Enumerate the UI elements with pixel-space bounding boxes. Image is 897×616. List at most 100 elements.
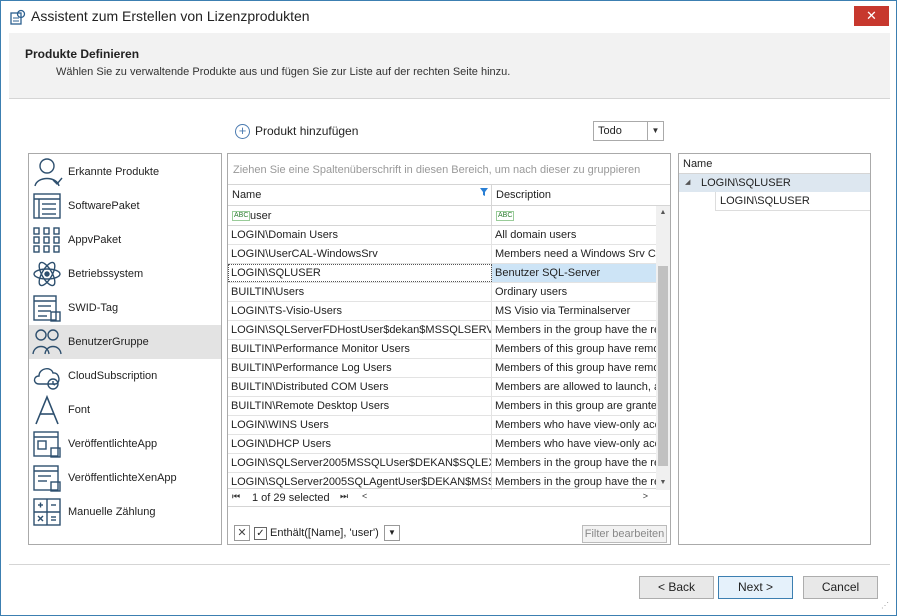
horizontal-scrollbar[interactable]: < > — [358, 491, 648, 503]
table-row[interactable]: LOGIN\TS-Visio-Users MS Visio via Termina… — [228, 302, 656, 321]
cell-name: LOGIN\TS-Visio-Users — [228, 302, 492, 320]
cancel-button[interactable]: Cancel — [803, 576, 878, 599]
table-row[interactable]: LOGIN\WINS Users Members who have view-on… — [228, 416, 656, 435]
chevron-down-icon[interactable]: ▼ — [647, 122, 663, 140]
table-row[interactable]: BUILTIN\Distributed COM Users Members are… — [228, 378, 656, 397]
selected-column-header[interactable]: Name — [679, 154, 870, 174]
selected-products-panel: Name ◢ LOGIN\SQLUSER LOGIN\SQLUSER — [678, 153, 871, 545]
published-xenapp-icon — [33, 465, 61, 492]
nav-label: SoftwarePaket — [68, 200, 140, 212]
nav-label: SWID-Tag — [68, 302, 119, 314]
cell-name: BUILTIN\Performance Monitor Users — [228, 340, 492, 358]
page-title: Produkte Definieren — [25, 47, 140, 61]
nav-item-font[interactable]: Font — [29, 393, 221, 427]
nav-label: Betriebssystem — [68, 268, 144, 280]
nav-item-swid-tag[interactable]: SWID-Tag — [29, 291, 221, 325]
nav-item-manual-count[interactable]: Manuelle Zählung — [29, 495, 221, 529]
table-row[interactable]: LOGIN\Domain Users All domain users — [228, 226, 656, 245]
selected-child-label: LOGIN\SQLUSER — [720, 195, 810, 207]
edit-filter-button[interactable]: Filter bearbeiten — [582, 525, 667, 543]
nav-item-user-group[interactable]: BenutzerGruppe — [29, 325, 221, 359]
abc-filter-icon: ABC — [232, 211, 251, 221]
first-record-icon[interactable]: ⏮ — [232, 491, 240, 502]
table-row[interactable]: LOGIN\UserCAL-WindowsSrv Members need a W… — [228, 245, 656, 264]
clear-filter-icon[interactable]: ✕ — [234, 525, 250, 541]
cell-name: BUILTIN\Performance Log Users — [228, 359, 492, 377]
nav-item-appv-package[interactable]: AppvPaket — [29, 223, 221, 257]
nav-item-software-package[interactable]: SoftwarePaket — [29, 189, 221, 223]
cell-description: MS Visio via Terminalserver — [495, 305, 631, 317]
table-row[interactable]: BUILTIN\Remote Desktop Users Members in t… — [228, 397, 656, 416]
selected-column-label: Name — [683, 158, 713, 170]
add-product-button[interactable]: + Produkt hinzufügen — [235, 122, 358, 140]
users-grid: Ziehen Sie eine Spaltenüberschrift in di… — [227, 153, 671, 545]
table-row[interactable]: LOGIN\SQLServerFDHostUser$dekan$MSSQLSER… — [228, 321, 656, 340]
column-header-label: Description — [496, 189, 552, 201]
column-header-description[interactable]: Description — [492, 185, 670, 206]
selected-group-label: LOGIN\SQLUSER — [701, 177, 791, 189]
cell-description: Members of this group have remo — [495, 343, 656, 355]
cell-description: Members who have view-only acc — [495, 419, 656, 431]
cloud-subscription-icon — [33, 368, 60, 390]
scroll-right-icon[interactable]: > — [643, 491, 648, 501]
vertical-scrollbar[interactable]: ▲ ▼ — [656, 206, 670, 490]
record-navigator: ⏮ 1 of 29 selected ⏭ < > — [228, 488, 656, 506]
font-icon — [35, 394, 59, 425]
nav-item-cloud-subscription[interactable]: CloudSubscription — [29, 359, 221, 393]
last-record-icon[interactable]: ⏭ — [340, 491, 348, 502]
todo-dropdown[interactable]: Todo ▼ — [593, 121, 664, 141]
group-by-panel[interactable]: Ziehen Sie eine Spaltenüberschrift in di… — [228, 154, 670, 185]
nav-item-published-xenapp[interactable]: VeröffentlichteXenApp — [29, 461, 221, 495]
back-button[interactable]: < Back — [639, 576, 714, 599]
selected-group-node[interactable]: ◢ LOGIN\SQLUSER — [679, 174, 870, 192]
calculator-icon — [33, 498, 61, 526]
abc-filter-icon: ABC — [496, 211, 515, 221]
next-button[interactable]: Next > — [718, 576, 793, 599]
todo-value: Todo — [598, 125, 622, 137]
cell-name: LOGIN\DHCP Users — [228, 435, 492, 453]
nav-label: Manuelle Zählung — [68, 506, 156, 518]
cell-name: BUILTIN\Users — [228, 283, 492, 301]
user-group-icon — [32, 329, 62, 355]
cell-description: Benutzer SQL-Server — [492, 264, 656, 282]
product-type-list: Erkannte Produkte SoftwarePaket AppvPake… — [28, 153, 222, 545]
selected-child-node[interactable]: LOGIN\SQLUSER — [715, 192, 870, 211]
wizard-window: Assistent zum Erstellen von Lizenzproduk… — [0, 0, 897, 616]
resize-grip-icon[interactable]: ⋰ — [881, 601, 889, 610]
scroll-left-icon[interactable]: < — [362, 491, 367, 501]
filter-enabled-checkbox[interactable]: ✓ — [254, 527, 267, 540]
cell-description: Members of this group have remo — [495, 362, 656, 374]
close-button[interactable]: ✕ — [854, 6, 889, 26]
table-row[interactable]: LOGIN\DHCP Users Members who have view-on… — [228, 435, 656, 454]
cell-name: BUILTIN\Remote Desktop Users — [228, 397, 492, 415]
title-bar: Assistent zum Erstellen von Lizenzproduk… — [1, 1, 896, 33]
cell-description: Members in this group are grante — [495, 400, 656, 412]
cell-name: LOGIN\SQLServerFDHostUser$dekan$MSSQLSER… — [228, 321, 492, 339]
scroll-down-icon[interactable]: ▼ — [656, 476, 670, 490]
cell-name: LOGIN\SQLServer2005MSSQLUser$DEKAN$SQLEX… — [228, 454, 492, 472]
nav-item-operating-system[interactable]: Betriebssystem — [29, 257, 221, 291]
scroll-thumb[interactable] — [658, 266, 668, 466]
cell-description: Ordinary users — [495, 286, 568, 298]
table-row[interactable]: BUILTIN\Performance Monitor Users Members… — [228, 340, 656, 359]
table-row-selected[interactable]: LOGIN\SQLUSER Benutzer SQL-Server — [228, 264, 656, 283]
detected-products-icon — [34, 158, 63, 187]
table-row[interactable]: LOGIN\SQLServer2005MSSQLUser$DEKAN$SQLEX… — [228, 454, 656, 473]
table-row[interactable]: BUILTIN\Users Ordinary users — [228, 283, 656, 302]
chevron-down-icon[interactable]: ▼ — [384, 525, 400, 541]
nav-label: BenutzerGruppe — [68, 336, 149, 348]
cell-description: All domain users — [495, 229, 577, 241]
wizard-header: Produkte Definieren Wählen Sie zu verwal… — [9, 33, 890, 99]
description-filter-cell[interactable]: ABC — [492, 206, 656, 226]
nav-label: AppvPaket — [68, 234, 122, 246]
name-filter-cell[interactable]: ABC user — [228, 206, 492, 226]
column-header-name[interactable]: Name — [228, 185, 492, 206]
footer-divider — [9, 564, 890, 565]
nav-item-published-app[interactable]: VeröffentlichteApp — [29, 427, 221, 461]
table-row[interactable]: BUILTIN\Performance Log Users Members of … — [228, 359, 656, 378]
cell-name: LOGIN\Domain Users — [228, 226, 492, 244]
nav-item-detected-products[interactable]: Erkannte Produkte — [29, 155, 221, 189]
filter-icon[interactable] — [480, 188, 488, 196]
scroll-up-icon[interactable]: ▲ — [656, 206, 670, 220]
expand-triangle-icon[interactable]: ◢ — [685, 178, 690, 186]
